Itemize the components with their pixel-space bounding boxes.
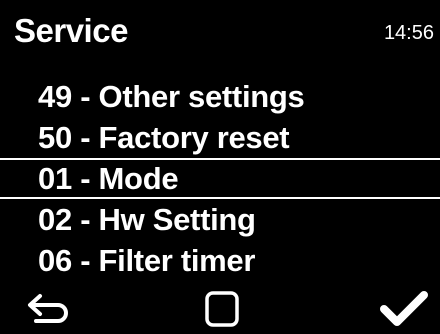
menu-item-label: 02 - Hw Setting xyxy=(38,202,256,237)
menu-item-label: 01 - Mode xyxy=(38,161,179,196)
menu-item-mode[interactable]: 01 - Mode xyxy=(0,158,440,199)
menu-item-hw-setting[interactable]: 02 - Hw Setting xyxy=(0,199,440,240)
softkey-bar xyxy=(0,284,440,334)
back-arrow-icon xyxy=(28,294,68,323)
service-menu-list: 49 - Other settings 50 - Factory reset 0… xyxy=(0,76,440,281)
menu-item-factory-reset[interactable]: 50 - Factory reset xyxy=(0,117,440,158)
menu-item-filter-timer[interactable]: 06 - Filter timer xyxy=(0,240,440,281)
service-screen: Service 14:56 49 - Other settings 50 - F… xyxy=(0,0,440,334)
header-bar: Service 14:56 xyxy=(0,0,440,60)
checkmark-icon xyxy=(380,291,428,326)
square-icon xyxy=(205,291,239,327)
back-button[interactable] xyxy=(20,284,76,334)
menu-item-label: 49 - Other settings xyxy=(38,79,305,114)
home-button[interactable] xyxy=(198,284,246,334)
menu-item-label: 50 - Factory reset xyxy=(38,120,290,155)
menu-item-other-settings[interactable]: 49 - Other settings xyxy=(0,76,440,117)
menu-item-label: 06 - Filter timer xyxy=(38,243,256,278)
confirm-button[interactable] xyxy=(376,284,432,334)
page-title: Service xyxy=(14,12,128,49)
clock-time: 14:56 xyxy=(383,22,434,44)
